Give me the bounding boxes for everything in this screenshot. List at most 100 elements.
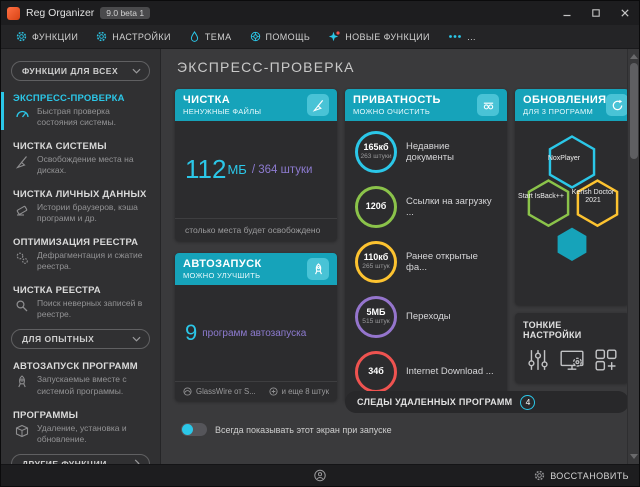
- sidebar-item-desc: Освобождение места на дисках.: [37, 154, 152, 176]
- privacy-subtitle: МОЖНО ОЧИСТИТЬ: [353, 107, 441, 116]
- updates-hex-cluster: NoxPlayer Start IsBack++ Kerish Doctor 2…: [515, 121, 629, 305]
- privacy-row-label: Internet Download ...: [406, 366, 494, 377]
- menu-settings-label: НАСТРОЙКИ: [112, 32, 171, 42]
- functions-gear-icon: [16, 31, 27, 42]
- startup-toggle-row: Всегда показывать этот экран при запуске: [181, 423, 392, 436]
- privacy-row[interactable]: 5МБ 515 штук Переходы: [355, 296, 497, 338]
- menu-theme[interactable]: ТЕМА: [180, 25, 241, 48]
- menu-new-features-label: НОВЫЕ ФУНКЦИИ: [345, 32, 430, 42]
- chevron-down-icon: [132, 67, 141, 75]
- privacy-row[interactable]: 165кб 263 штуки Недавние документы: [355, 131, 497, 173]
- sidebar-item-title: ЧИСТКА РЕЕСТРА: [13, 285, 152, 296]
- sidebar-item-title: АВТОЗАПУСК ПРОГРАММ: [13, 361, 152, 372]
- content: ФУНКЦИИ ДЛЯ ВСЕХ ЭКСПРЕСС-ПРОВЕРКА Быстр…: [1, 49, 639, 464]
- page-title: ЭКСПРЕСС-ПРОВЕРКА: [177, 59, 355, 75]
- deleted-programs-traces-bar[interactable]: СЛЕДЫ УДАЛЕННЫХ ПРОГРАММ 4: [345, 391, 629, 413]
- updates-subtitle: ДЛЯ 3 ПРОГРАММ: [523, 107, 606, 116]
- autorun-more-link[interactable]: и еще 8 штук: [269, 387, 329, 396]
- privacy-row-count: 263 штуки: [360, 153, 391, 161]
- broom-icon: [307, 94, 329, 116]
- fine-tuning-card[interactable]: ТОНКИЕ НАСТРОЙКИ: [515, 313, 629, 383]
- privacy-row-label: Ссылки на загрузку ...: [406, 196, 497, 218]
- privacy-row[interactable]: 120б Ссылки на загрузку ...: [355, 186, 497, 228]
- privacy-ring: 110кб 265 штук: [355, 241, 397, 283]
- autorun-app-link[interactable]: GlassWire от S...: [183, 387, 256, 396]
- restore-button[interactable]: ВОССТАНОВИТЬ: [524, 465, 639, 486]
- hexagon-center[interactable]: [558, 228, 587, 261]
- autorun-card-header: АВТОЗАПУСК МОЖНО УЛУЧШИТЬ: [175, 253, 337, 285]
- menu-help-label: ПОМОЩЬ: [266, 32, 311, 42]
- apps-grid-icon[interactable]: [594, 348, 618, 377]
- privacy-row-label: Ранее открытые фа...: [406, 251, 497, 273]
- hexagons-graphic: [523, 125, 621, 295]
- updates-title: ОБНОВЛЕНИЯ: [523, 94, 606, 106]
- privacy-row[interactable]: 110кб 265 штук Ранее открытые фа...: [355, 241, 497, 283]
- scroll-up-arrow-icon[interactable]: [630, 54, 638, 59]
- sidebar-item-express-check[interactable]: ЭКСПРЕСС-ПРОВЕРКА Быстрая проверка состо…: [1, 89, 160, 133]
- privacy-card[interactable]: ПРИВАТНОСТЬ МОЖНО ОЧИСТИТЬ 165кб 263 шту…: [345, 89, 507, 403]
- privacy-row-size: 110кб: [364, 253, 389, 263]
- update-app-name: Kerish Doctor 2021: [567, 189, 619, 206]
- autorun-title: АВТОЗАПУСК: [183, 258, 262, 270]
- sidebar-section-expert[interactable]: ДЛЯ ОПЫТНЫХ: [11, 329, 150, 349]
- sliders-icon[interactable]: [526, 348, 550, 377]
- cleaning-card[interactable]: ЧИСТКА НЕНУЖНЫЕ ФАЙЛЫ 112МБ/ 364 штуки с…: [175, 89, 337, 241]
- menu-new-features[interactable]: НОВЫЕ ФУНКЦИИ: [319, 25, 439, 48]
- cleaning-card-header: ЧИСТКА НЕНУЖНЫЕ ФАЙЛЫ: [175, 89, 337, 121]
- sidebar-item-autorun-programs[interactable]: АВТОЗАПУСК ПРОГРАММ Запускаемые вместе с…: [1, 357, 160, 401]
- autorun-footer: GlassWire от S... и еще 8 штук: [175, 381, 337, 401]
- vertical-scrollbar[interactable]: [627, 49, 639, 464]
- fine-tuning-title: ТОНКИЕ НАСТРОЙКИ: [523, 320, 621, 340]
- privacy-ring: 34б: [355, 351, 397, 393]
- close-button[interactable]: [610, 1, 639, 25]
- titlebar: Reg Organizer 9.0 beta 1: [1, 1, 639, 25]
- rocket-icon: [307, 258, 329, 280]
- privacy-row-size: 5МБ: [367, 308, 386, 318]
- privacy-ring: 120б: [355, 186, 397, 228]
- help-lifebuoy-icon: [250, 31, 261, 42]
- maximize-button[interactable]: [581, 1, 610, 25]
- autorun-subtitle: МОЖНО УЛУЧШИТЬ: [183, 271, 262, 280]
- refresh-icon: [606, 94, 628, 116]
- cleaning-size-unit: МБ: [227, 162, 246, 177]
- sidebar-item-registry-optimization[interactable]: ОПТИМИЗАЦИЯ РЕЕСТРА Дефрагментация и сжа…: [1, 233, 160, 277]
- close-icon: [620, 8, 630, 18]
- sidebar-section-for-all-label: ФУНКЦИИ ДЛЯ ВСЕХ: [22, 66, 118, 76]
- updates-card[interactable]: ОБНОВЛЕНИЯ ДЛЯ 3 ПРОГРАММ NoxPlayer: [515, 89, 629, 305]
- magnifier-icon: [13, 299, 31, 313]
- sidebar-item-title: ЧИСТКА СИСТЕМЫ: [13, 141, 152, 152]
- menu-theme-label: ТЕМА: [205, 32, 232, 42]
- scrollbar-thumb[interactable]: [630, 63, 638, 159]
- sidebar-section-other[interactable]: ДРУГИЕ ФУНКЦИИ: [11, 454, 150, 464]
- monitor-gear-icon[interactable]: [559, 348, 585, 377]
- minimize-button[interactable]: [552, 1, 581, 25]
- privacy-row-label: Переходы: [406, 311, 451, 322]
- autorun-count-label: программ автозапуска: [202, 328, 306, 339]
- gears-icon: [13, 251, 31, 265]
- startup-toggle[interactable]: [181, 423, 207, 436]
- privacy-row-size: 34б: [368, 367, 384, 377]
- privacy-row[interactable]: 34б Internet Download ...: [355, 351, 497, 393]
- glasswire-icon: [183, 387, 192, 396]
- privacy-card-header: ПРИВАТНОСТЬ МОЖНО ОЧИСТИТЬ: [345, 89, 507, 121]
- sidebar-item-private-data-cleanup[interactable]: ЧИСТКА ЛИЧНЫХ ДАННЫХ Истории браузеров, …: [1, 185, 160, 229]
- autorun-card[interactable]: АВТОЗАПУСК МОЖНО УЛУЧШИТЬ 9 программ авт…: [175, 253, 337, 401]
- scroll-down-arrow-icon[interactable]: [630, 454, 638, 459]
- sidebar-item-desc: Запускаемые вместе с системой программы.: [37, 374, 152, 396]
- menu-functions[interactable]: ФУНКЦИИ: [7, 25, 87, 48]
- sidebar-section-expert-label: ДЛЯ ОПЫТНЫХ: [22, 334, 94, 344]
- sidebar-item-programs[interactable]: ПРОГРАММЫ Удаление, установка и обновлен…: [1, 406, 160, 450]
- sidebar: ФУНКЦИИ ДЛЯ ВСЕХ ЭКСПРЕСС-ПРОВЕРКА Быстр…: [1, 49, 161, 464]
- user-status-icon[interactable]: [314, 469, 327, 482]
- menu-help[interactable]: ПОМОЩЬ: [241, 25, 320, 48]
- menu-more[interactable]: …: [439, 25, 485, 48]
- sidebar-item-registry-cleanup[interactable]: ЧИСТКА РЕЕСТРА Поиск неверных записей в …: [1, 281, 160, 325]
- sidebar-item-system-cleanup[interactable]: ЧИСТКА СИСТЕМЫ Освобождение места на дис…: [1, 137, 160, 181]
- app-window: Reg Organizer 9.0 beta 1 ФУНКЦИИ Н: [0, 0, 640, 487]
- hexagon-startisback[interactable]: [529, 181, 568, 226]
- startup-toggle-label: Всегда показывать этот экран при запуске: [215, 425, 392, 435]
- menu-settings[interactable]: НАСТРОЙКИ: [87, 25, 180, 48]
- sidebar-item-title: ЭКСПРЕСС-ПРОВЕРКА: [13, 93, 152, 104]
- privacy-title: ПРИВАТНОСТЬ: [353, 94, 441, 106]
- sidebar-section-for-all[interactable]: ФУНКЦИИ ДЛЯ ВСЕХ: [11, 61, 150, 81]
